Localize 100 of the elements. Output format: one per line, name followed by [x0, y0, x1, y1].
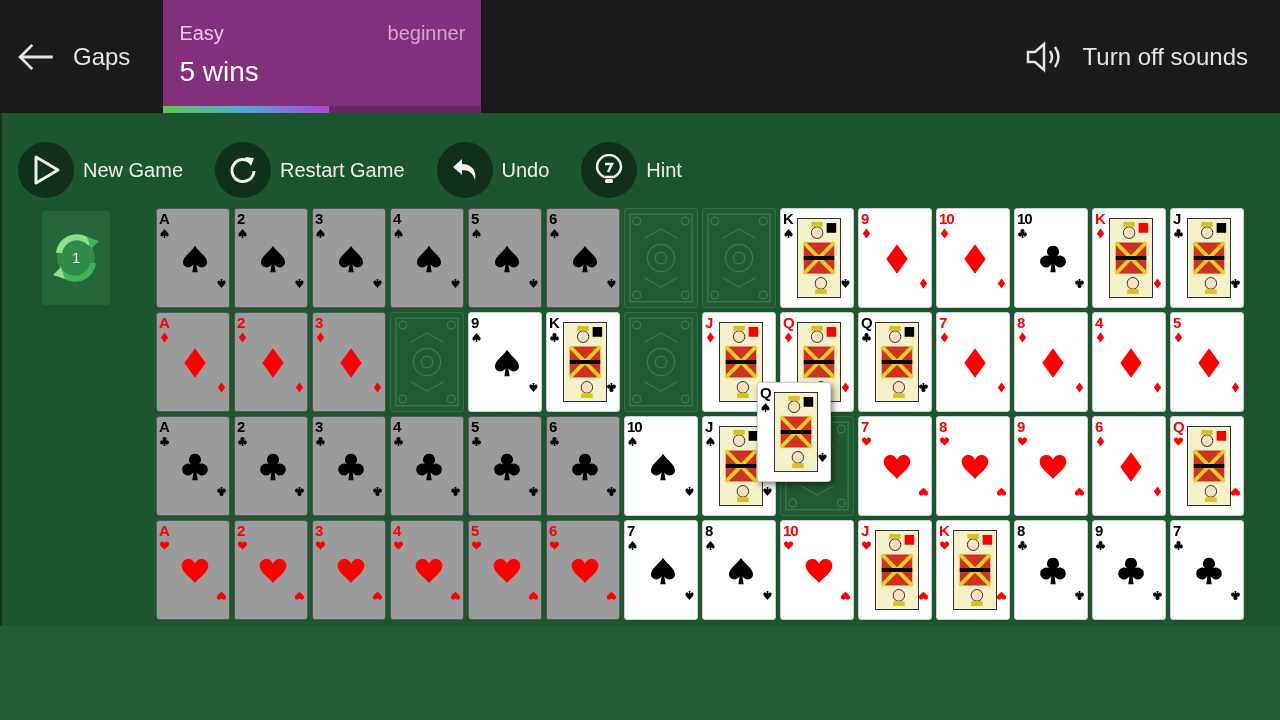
card-rank: 9 — [471, 315, 479, 330]
club-icon — [1230, 278, 1241, 289]
card-rank: 3 — [315, 211, 323, 226]
spade-icon — [762, 590, 773, 601]
card-rank: J — [861, 523, 869, 538]
card-rank: 7 — [627, 523, 635, 538]
card-rank: 2 — [237, 419, 245, 434]
diamond-icon — [294, 382, 305, 393]
toolbar-button[interactable]: Restart Game — [215, 142, 405, 198]
card-rank: A — [159, 419, 169, 434]
diamond-icon — [939, 228, 950, 239]
card-rank: 4 — [1095, 315, 1103, 330]
card-rank: 4 — [393, 211, 401, 226]
diamond-icon — [315, 332, 326, 343]
card-rank: Q — [861, 315, 872, 330]
heart-icon — [294, 590, 305, 601]
club-icon — [372, 486, 383, 497]
spade-icon — [393, 228, 404, 239]
toolbar-button[interactable]: New Game — [18, 142, 184, 198]
heart-icon — [1074, 486, 1085, 497]
diamond-icon — [996, 278, 1007, 289]
diamond-icon — [1152, 486, 1163, 497]
spade-icon — [528, 382, 539, 393]
club-icon — [606, 486, 617, 497]
card-rank: 6 — [549, 211, 557, 226]
club-icon — [549, 332, 560, 343]
club-icon — [1193, 555, 1225, 587]
card-rank: 4 — [393, 523, 401, 538]
diamond-icon — [840, 382, 851, 393]
club-icon — [335, 451, 367, 483]
heart-icon — [861, 540, 872, 551]
diamond-icon — [1173, 332, 1184, 343]
heart-icon — [159, 540, 170, 551]
card-rank: J — [705, 419, 713, 434]
heart-icon — [840, 590, 851, 601]
club-icon — [606, 382, 617, 393]
heart-icon — [1017, 436, 1028, 447]
heart-icon — [861, 436, 872, 447]
heart-icon — [606, 590, 617, 601]
spade-icon — [762, 486, 773, 497]
card-rank: 2 — [237, 211, 245, 226]
card-rank: K — [549, 315, 559, 330]
club-icon — [237, 436, 248, 447]
spade-icon — [606, 278, 617, 289]
club-icon — [528, 486, 539, 497]
spade-icon — [783, 228, 794, 239]
difficulty-label: Easy — [179, 21, 224, 46]
sound-toggle-button[interactable]: Turn off sounds — [1024, 0, 1280, 113]
card-rank: 7 — [939, 315, 947, 330]
card-rank: 10 — [939, 211, 954, 226]
rank-label: beginner — [387, 21, 466, 46]
back-button[interactable]: Gaps — [0, 0, 164, 113]
club-icon — [1173, 540, 1184, 551]
heart-icon — [918, 486, 929, 497]
club-icon — [1230, 590, 1241, 601]
spade-icon — [471, 332, 482, 343]
diamond-icon — [1095, 332, 1106, 343]
diamond-icon — [939, 332, 950, 343]
club-icon — [491, 451, 523, 483]
heart-icon — [549, 540, 560, 551]
spade-icon — [216, 278, 227, 289]
club-icon — [569, 451, 601, 483]
card-rank: 5 — [1173, 315, 1181, 330]
club-icon — [1017, 228, 1028, 239]
diamond-icon — [372, 382, 383, 393]
spade-icon — [471, 228, 482, 239]
heart-icon — [1173, 436, 1184, 447]
card-rank: 9 — [861, 211, 869, 226]
heart-icon — [471, 540, 482, 551]
heart-icon — [237, 540, 248, 551]
heart-icon — [996, 486, 1007, 497]
spade-icon — [760, 402, 771, 413]
club-icon — [1074, 278, 1085, 289]
card-rank: 8 — [1017, 315, 1025, 330]
redeal-counter[interactable]: 1 — [42, 211, 110, 305]
spade-icon — [159, 228, 170, 239]
spade-icon — [684, 590, 695, 601]
club-icon — [549, 436, 560, 447]
spade-icon — [528, 278, 539, 289]
diamond-icon — [1152, 278, 1163, 289]
spade-icon — [817, 452, 828, 463]
heart-icon — [372, 590, 383, 601]
card-rank: 3 — [315, 419, 323, 434]
heart-icon — [216, 590, 227, 601]
diamond-icon — [1017, 332, 1028, 343]
spade-icon — [627, 436, 638, 447]
club-icon — [861, 332, 872, 343]
spade-icon — [237, 228, 248, 239]
card-rank: A — [159, 211, 169, 226]
card-rank: Q — [783, 315, 794, 330]
club-icon — [413, 451, 445, 483]
club-icon — [393, 436, 404, 447]
heart-icon — [996, 590, 1007, 601]
card-rank: 5 — [471, 211, 479, 226]
heart-icon — [450, 590, 461, 601]
diamond-icon — [861, 228, 872, 239]
club-icon — [1115, 555, 1147, 587]
card-rank: 2 — [237, 315, 245, 330]
spade-icon — [294, 278, 305, 289]
card-rank: 8 — [705, 523, 713, 538]
